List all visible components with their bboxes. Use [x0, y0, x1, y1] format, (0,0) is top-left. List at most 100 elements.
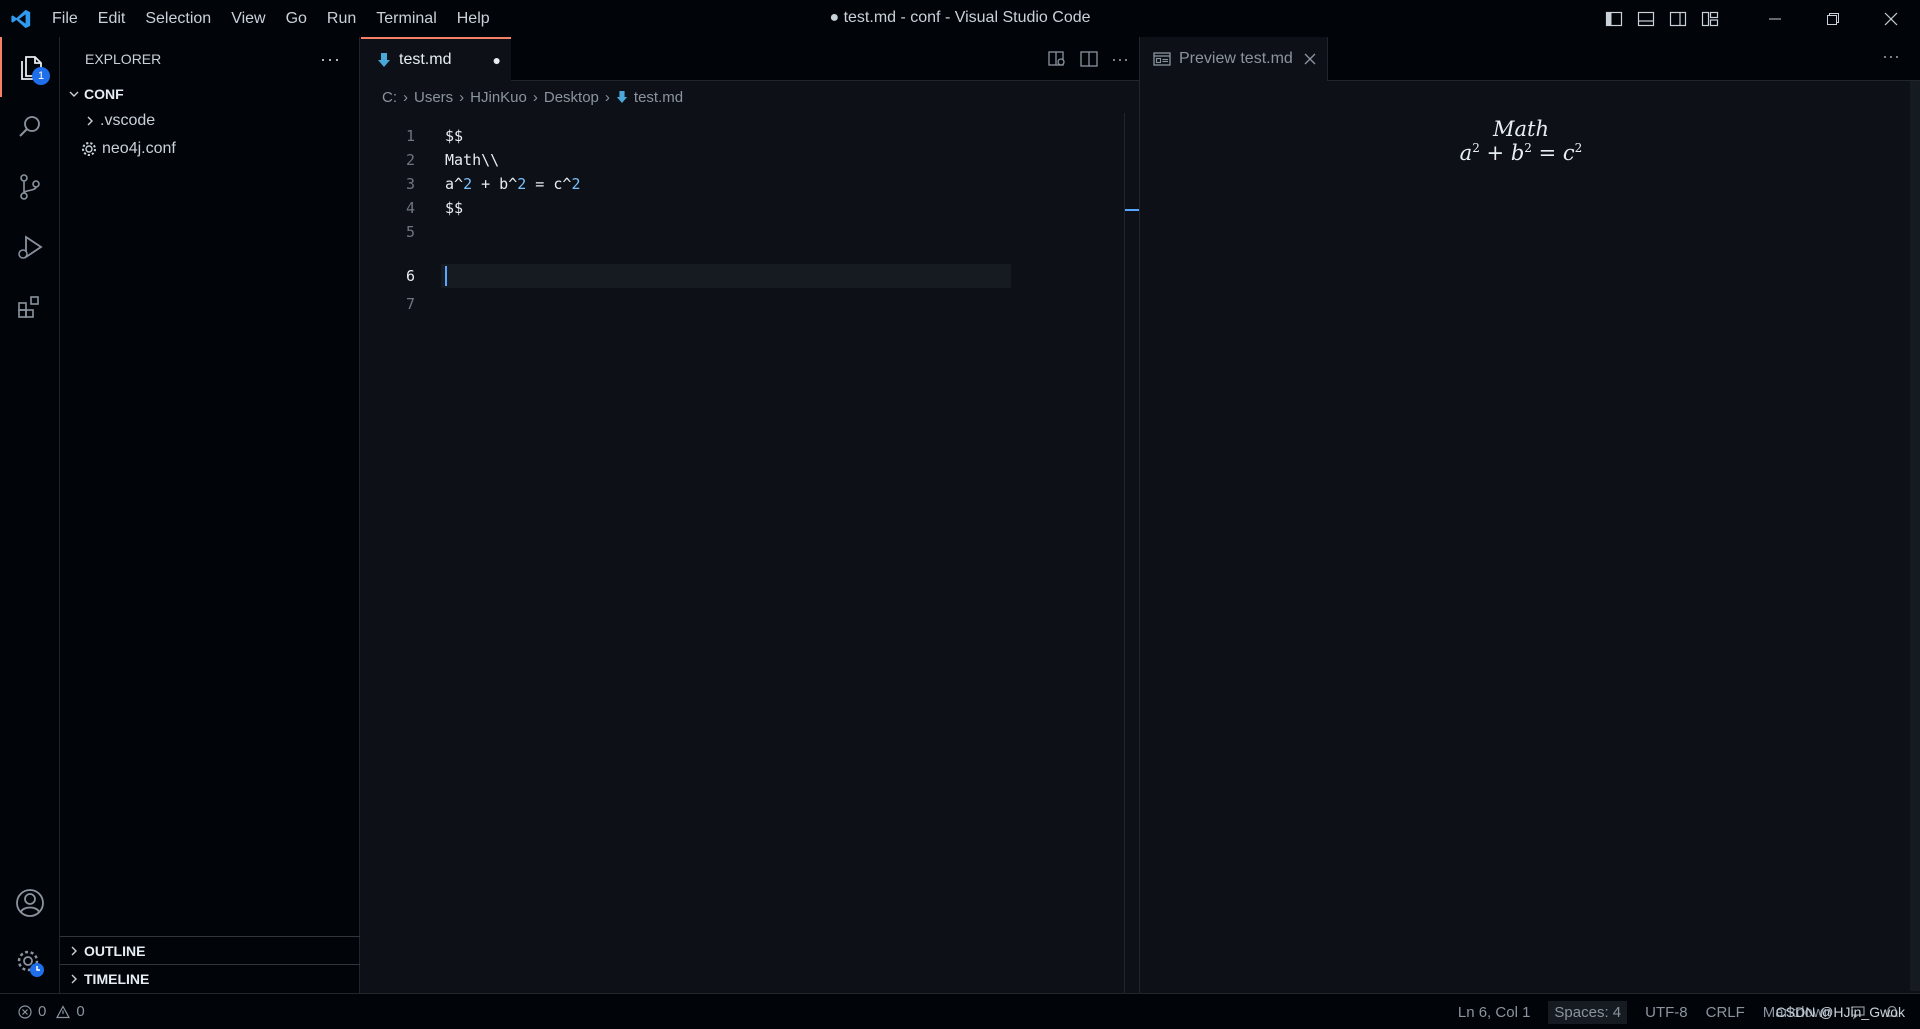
- code-line-1: 1 $$: [361, 124, 1061, 148]
- menu-go[interactable]: Go: [276, 0, 317, 37]
- timeline-section[interactable]: TIMELINE: [60, 964, 360, 992]
- line-number: 5: [405, 223, 415, 241]
- explorer-header: EXPLORER ···: [60, 37, 359, 81]
- chevron-right-icon: ›: [459, 88, 465, 106]
- cursor-position[interactable]: Ln 6, Col 1: [1458, 1004, 1531, 1021]
- math-var-b: b: [1510, 141, 1525, 165]
- toggle-primary-sidebar-icon[interactable]: [1598, 0, 1630, 37]
- breadcrumb-users[interactable]: Users: [414, 89, 453, 106]
- menu-file[interactable]: File: [42, 0, 88, 37]
- editor-more-button[interactable]: ···: [1111, 49, 1129, 70]
- source-control-activity[interactable]: [0, 157, 60, 217]
- explorer-more-button[interactable]: ···: [320, 49, 341, 70]
- breadcrumb-user[interactable]: HJinKuo: [470, 89, 527, 106]
- preview-tabs: Preview test.md ···: [1141, 37, 1920, 81]
- math-plus: +: [1486, 141, 1505, 165]
- line-number: 6: [405, 267, 415, 285]
- editor-scrollbar[interactable]: [1124, 113, 1125, 993]
- toggle-panel-icon[interactable]: [1630, 0, 1662, 37]
- explorer-badge: 1: [32, 67, 50, 85]
- line-number: 3: [405, 175, 415, 193]
- number-token: 2: [571, 175, 581, 193]
- editor-group: test.md ● ··· C: › Users › HJinKuo › Des…: [361, 37, 1140, 993]
- markdown-file-icon: [378, 53, 390, 67]
- minimize-icon[interactable]: [1746, 0, 1804, 37]
- tab-label: test.md: [399, 51, 452, 68]
- close-window-icon[interactable]: [1862, 0, 1920, 37]
- code-line-4: 4 $$: [361, 196, 1061, 220]
- chevron-right-icon: [71, 946, 77, 955]
- code-area[interactable]: 1 $$ 2 Math\\ 3 a^2 + b^2 = c^2 4 $$ 5 6…: [361, 113, 1121, 993]
- code-line-6: 6: [361, 244, 1061, 285]
- tree-item-vscode[interactable]: .vscode: [60, 107, 359, 135]
- status-bar: 0 0 Ln 6, Col 1 Spaces: 4 UTF-8 CRLF Mar…: [0, 993, 1920, 1029]
- preview-more-button[interactable]: ···: [1882, 46, 1900, 67]
- math-exponent: 2: [1524, 141, 1532, 155]
- chevron-right-icon: ›: [403, 88, 408, 106]
- menu-edit[interactable]: Edit: [88, 0, 136, 37]
- breadcrumb-file[interactable]: test.md: [634, 89, 683, 106]
- folder-conf[interactable]: CONF: [60, 81, 359, 107]
- problems-indicator[interactable]: 0 0: [0, 1003, 85, 1020]
- unsaved-dot-icon[interactable]: ●: [493, 52, 501, 68]
- minimap-marker: [1125, 209, 1139, 211]
- restore-icon[interactable]: [1804, 0, 1862, 37]
- line-number: 1: [405, 127, 415, 145]
- warning-icon: [56, 1004, 71, 1018]
- math-line-2: a2 + b2 = c2: [1141, 141, 1901, 165]
- menu-bar: File Edit Selection View Go Run Terminal…: [42, 0, 500, 37]
- math-var-c: c: [1562, 141, 1575, 165]
- menu-run[interactable]: Run: [317, 0, 366, 37]
- accounts-activity[interactable]: [0, 873, 60, 933]
- tree-item-neo4j-conf[interactable]: neo4j.conf: [60, 135, 359, 163]
- end-of-line[interactable]: CRLF: [1706, 1004, 1745, 1021]
- breadcrumb-drive[interactable]: C:: [382, 89, 397, 106]
- tab-preview-test-md[interactable]: Preview test.md: [1141, 37, 1328, 81]
- menu-help[interactable]: Help: [447, 0, 500, 37]
- line-text: $$: [445, 199, 464, 217]
- open-preview-icon[interactable]: [1047, 49, 1067, 69]
- close-icon[interactable]: [1303, 52, 1317, 66]
- line-number: 2: [405, 151, 415, 169]
- search-activity[interactable]: [0, 97, 60, 157]
- tab-test-md[interactable]: test.md ●: [361, 37, 511, 81]
- encoding[interactable]: UTF-8: [1645, 1004, 1688, 1021]
- gear-icon: [17, 950, 44, 977]
- watermark: CSDN @HJin_Gwok: [1775, 1004, 1905, 1020]
- math-var-a: a: [1459, 141, 1473, 165]
- code-line-5: 5: [361, 220, 1061, 244]
- menu-terminal[interactable]: Terminal: [366, 0, 446, 37]
- explorer-title: EXPLORER: [85, 51, 162, 67]
- toggle-secondary-sidebar-icon[interactable]: [1662, 0, 1694, 37]
- title-bar: File Edit Selection View Go Run Terminal…: [0, 0, 1920, 37]
- math-line-1: Math: [1493, 117, 1549, 141]
- preview-scrollbar[interactable]: [1910, 81, 1920, 991]
- activity-bar: 1: [0, 37, 60, 993]
- chevron-right-icon: ›: [604, 88, 610, 106]
- split-editor-icon[interactable]: [1079, 49, 1099, 69]
- menu-view[interactable]: View: [221, 0, 275, 37]
- run-debug-activity[interactable]: [0, 217, 60, 277]
- line-text: Math\\: [445, 151, 500, 169]
- breadcrumb: C: › Users › HJinKuo › Desktop › test.md: [361, 81, 1139, 113]
- extensions-activity[interactable]: [0, 277, 60, 337]
- tree-item-label: neo4j.conf: [102, 140, 176, 157]
- tab-label: Preview test.md: [1179, 50, 1293, 67]
- menu-selection[interactable]: Selection: [135, 0, 221, 37]
- code-line-2: 2 Math\\: [361, 148, 1061, 172]
- math-equals: =: [1538, 141, 1557, 165]
- account-icon: [16, 889, 44, 917]
- timeline-label: TIMELINE: [84, 970, 150, 987]
- error-icon: [18, 1004, 32, 1019]
- outline-label: OUTLINE: [84, 942, 146, 959]
- indentation[interactable]: Spaces: 4: [1548, 1000, 1628, 1024]
- breadcrumb-desktop[interactable]: Desktop: [544, 89, 599, 106]
- search-icon: [19, 116, 40, 137]
- explorer-sidebar: EXPLORER ··· CONF .vscode neo4j.conf OUT…: [60, 37, 360, 993]
- outline-section[interactable]: OUTLINE: [60, 936, 360, 964]
- line-number: 4: [405, 199, 415, 217]
- explorer-activity[interactable]: 1: [0, 37, 60, 97]
- code-line-3: 3 a^2 + b^2 = c^2: [361, 172, 1061, 196]
- manage-activity[interactable]: [0, 933, 60, 993]
- customize-layout-icon[interactable]: [1694, 0, 1726, 37]
